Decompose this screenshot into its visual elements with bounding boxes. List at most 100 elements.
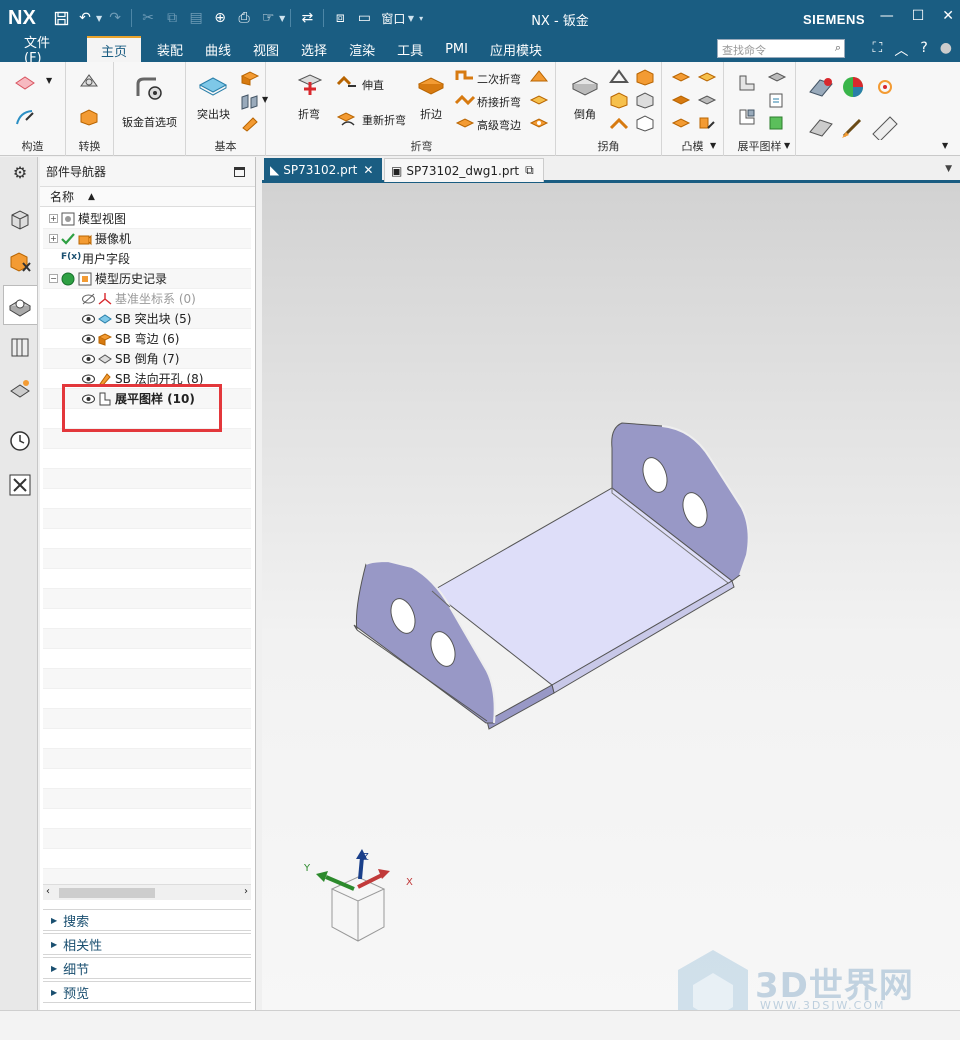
scroll-left-icon[interactable]: ‹ (46, 886, 50, 897)
open-tab-icon[interactable]: ⧉ (525, 163, 534, 178)
assembly-navigator-icon[interactable] (8, 207, 32, 231)
tab-feature-label[interactable]: 突出块 (197, 106, 230, 122)
louver-icon[interactable] (696, 68, 718, 86)
tab-sp73102-dwg1-prt[interactable]: ▣ SP73102_dwg1.prt ⧉ (384, 158, 544, 182)
panel-search[interactable]: ▶ 搜索 (43, 909, 251, 931)
sketch-icon[interactable] (14, 74, 36, 92)
unbend-icon[interactable] (336, 74, 358, 92)
menu-tools[interactable]: 工具 (385, 36, 433, 62)
minimize-icon[interactable]: — (880, 8, 894, 24)
sheetmetal-preferences-label[interactable]: 钣金首选项 (122, 114, 177, 130)
corner-icon-6[interactable] (634, 114, 656, 132)
menu-assembly[interactable]: 装配 (141, 36, 193, 62)
sheetmetal-preferences-icon[interactable] (134, 76, 164, 102)
check-icon[interactable] (806, 74, 836, 100)
jog-icon[interactable] (528, 68, 550, 86)
tabs-overflow-icon[interactable]: ▼ (945, 164, 952, 174)
maximize-icon[interactable]: ☐ (912, 8, 925, 24)
repeat-command-icon[interactable]: ⊕ (209, 7, 231, 29)
break-corner-icon[interactable] (634, 91, 656, 109)
bridge-bend-label[interactable]: 桥接折弯 (477, 94, 521, 110)
paste-icon[interactable]: ▤ (185, 7, 207, 29)
sketch-dropdown-icon[interactable]: ▼ (46, 76, 52, 85)
switch-window-icon[interactable]: ⇄ (296, 7, 318, 29)
bend-label[interactable]: 折弯 (298, 106, 320, 122)
lofted-flange-icon[interactable] (239, 114, 261, 132)
panel-dependencies[interactable]: ▶ 相关性 (43, 933, 251, 955)
bend-taper-icon[interactable] (528, 114, 550, 132)
menu-render[interactable]: 渲染 (337, 36, 385, 62)
corner-icon-5[interactable] (608, 114, 630, 132)
touch-mode-dropdown-icon[interactable]: ▼ (279, 14, 285, 23)
ribbon-overflow-icon[interactable]: ▼ (942, 141, 948, 150)
simulation-icon[interactable] (806, 114, 836, 140)
redo-icon[interactable]: ↷ (104, 7, 126, 29)
gusset-icon[interactable] (670, 114, 692, 132)
unbend-label[interactable]: 伸直 (362, 77, 384, 93)
advanced-flange-icon[interactable] (454, 114, 476, 132)
expand-icon[interactable]: + (49, 234, 58, 243)
brush-icon[interactable] (838, 114, 868, 140)
customize-qa-icon[interactable]: ▾ (414, 14, 423, 23)
hem-flange-icon[interactable] (528, 91, 550, 109)
undo-dropdown-icon[interactable]: ▼ (96, 14, 102, 23)
flat-pattern-dropdown-icon[interactable]: ▼ (784, 141, 790, 150)
window-menu-dropdown-icon[interactable]: ▼ (405, 14, 414, 23)
sort-ascending-icon[interactable]: ▲ (88, 192, 95, 202)
closed-corner-icon[interactable] (608, 68, 630, 86)
corner-relief-icon[interactable] (608, 91, 630, 109)
bridge-bend-icon[interactable] (454, 91, 476, 109)
bead-icon[interactable] (696, 91, 718, 109)
print-icon[interactable]: ⎙ (233, 7, 255, 29)
navigator-horizontal-scrollbar[interactable]: ‹ › (43, 884, 251, 900)
search-icon[interactable]: ⌕ (835, 41, 841, 55)
tree-row-user-expressions[interactable]: F(x) 用户字段 (43, 249, 251, 269)
tree-row-model-history[interactable]: − 模型历史记录 (43, 269, 251, 289)
window-icon[interactable]: ▭ (353, 7, 375, 29)
flange-small-icon[interactable] (239, 68, 261, 86)
fullscreen-icon[interactable]: ⛶ (873, 40, 883, 60)
window-menu[interactable]: 窗口 (381, 10, 405, 27)
tree-row-cameras[interactable]: + 摄像机 (43, 229, 251, 249)
panel-preview[interactable]: ▶ 预览 (43, 981, 251, 1003)
reuse-library-icon[interactable] (8, 335, 32, 359)
window-layout-icon[interactable]: ⧈ (329, 7, 351, 29)
settings-gear-icon[interactable]: ⚙ (8, 163, 32, 187)
menu-file[interactable]: 文件(F) (0, 36, 70, 66)
pin-icon[interactable] (234, 167, 245, 177)
three-bend-corner-icon[interactable] (634, 68, 656, 86)
panel-details[interactable]: ▶ 细节 (43, 957, 251, 979)
history-clock-icon[interactable] (8, 429, 32, 453)
visible-eye-icon[interactable] (81, 312, 96, 326)
close-icon[interactable]: ✕ (942, 8, 954, 24)
copy-icon[interactable]: ⧉ (161, 7, 183, 29)
hidden-eye-icon[interactable] (81, 292, 96, 306)
flat-pattern-icon[interactable] (736, 74, 758, 92)
navigator-column-header[interactable]: 名称 ▲ (40, 187, 255, 207)
flat-annotation-icon[interactable] (766, 114, 788, 132)
flange-label[interactable]: 折边 (420, 106, 442, 122)
two-step-bend-icon[interactable] (454, 68, 476, 86)
advanced-flange-label[interactable]: 高级弯边 (477, 117, 521, 133)
menu-home[interactable]: 主页 (87, 36, 141, 62)
command-search-input[interactable]: 查找命令 ⌕ (717, 39, 845, 58)
menu-applications[interactable]: 应用模块 (478, 36, 552, 62)
convert-to-sheetmetal-icon[interactable] (78, 72, 100, 90)
tree-row-datum-csys[interactable]: 基准坐标系 (0) (43, 289, 251, 309)
role-tools-icon[interactable] (8, 473, 32, 497)
help-icon[interactable]: ? (920, 40, 927, 60)
menu-view[interactable]: 视图 (241, 36, 289, 62)
color-analysis-icon[interactable] (838, 74, 868, 100)
tab-sp73102-prt[interactable]: ◣ SP73102.prt ✕ (264, 158, 382, 182)
graphics-viewport[interactable]: Z X Y (262, 183, 960, 1010)
cut-icon[interactable]: ✂ (137, 7, 159, 29)
rebend-label[interactable]: 重新折弯 (362, 112, 406, 128)
drawn-cutout-icon[interactable] (670, 91, 692, 109)
visible-eye-icon[interactable] (81, 332, 96, 346)
solid-punch-icon[interactable] (696, 114, 718, 132)
ruler-icon[interactable] (870, 114, 900, 142)
tree-row-chamfer[interactable]: SB 倒角 (7) (43, 349, 251, 369)
tree-row-tab[interactable]: SB 突出块 (5) (43, 309, 251, 329)
hd3d-tools-icon[interactable] (8, 377, 32, 401)
constraint-navigator-icon[interactable] (8, 249, 32, 273)
